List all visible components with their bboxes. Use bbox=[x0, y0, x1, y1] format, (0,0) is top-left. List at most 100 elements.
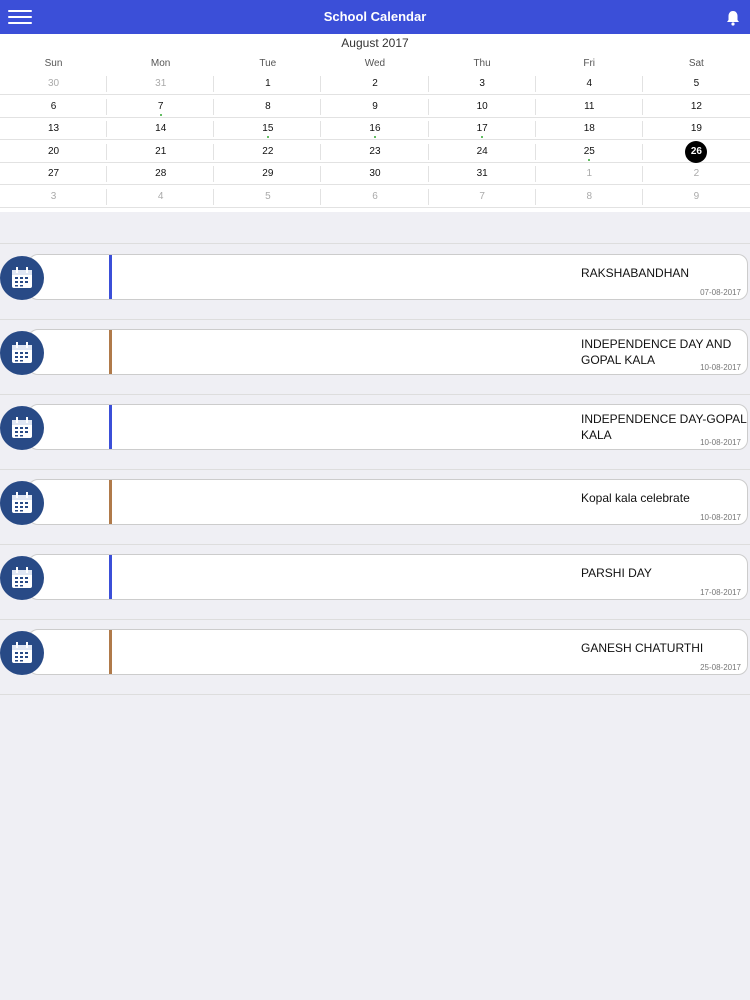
day-number: 3 bbox=[479, 78, 485, 89]
day-number: 4 bbox=[157, 190, 164, 202]
day-number: 10 bbox=[476, 100, 488, 112]
calendar-day-cell[interactable]: 21 bbox=[107, 142, 215, 163]
day-number: 7 bbox=[479, 190, 485, 202]
event-card[interactable]: Kopal kala celebrate 10-08-2017 bbox=[28, 479, 748, 525]
calendar-day-cell[interactable]: 20 bbox=[0, 142, 108, 163]
event-row: Kopal kala celebrate 10-08-2017 bbox=[0, 469, 750, 545]
weekday-mon: Mon bbox=[150, 58, 171, 69]
calendar-day-cell[interactable]: 23 bbox=[321, 142, 429, 163]
calendar-day-cell[interactable]: 9 bbox=[642, 187, 750, 208]
calendar-day-cell[interactable]: 18 bbox=[535, 119, 643, 140]
calendar-day-cell[interactable]: 16 bbox=[321, 119, 429, 140]
event-card[interactable]: GANESH CHATURTHI 25-08-2017 bbox=[28, 629, 748, 675]
event-color-bar bbox=[109, 255, 112, 299]
day-number: 31 bbox=[476, 168, 488, 179]
day-number: 6 bbox=[50, 100, 57, 112]
calendar-day-cell[interactable]: 4 bbox=[107, 187, 215, 208]
event-color-bar bbox=[109, 405, 112, 449]
calendar-day-cell[interactable]: 8 bbox=[214, 97, 322, 118]
calendar-day-cell[interactable]: 24 bbox=[428, 142, 536, 163]
calendar-day-cell[interactable]: 3 bbox=[0, 187, 108, 208]
calendar-icon bbox=[0, 481, 44, 525]
day-number: 3 bbox=[50, 190, 57, 202]
event-card[interactable]: INDEPENDENCE DAY AND GOPAL KALA 10-08-201… bbox=[28, 329, 748, 375]
day-number: 30 bbox=[48, 78, 60, 89]
event-title: RAKSHABANDHAN bbox=[581, 266, 690, 280]
event-row: INDEPENDENCE DAY-GOPAL KALA 10-08-2017 bbox=[0, 394, 750, 470]
event-card[interactable]: INDEPENDENCE DAY-GOPAL KALA 10-08-2017 bbox=[28, 404, 748, 450]
calendar-day-cell[interactable]: 12 bbox=[642, 97, 750, 118]
day-number: 11 bbox=[584, 100, 595, 112]
calendar-day-cell[interactable]: 5 bbox=[642, 74, 750, 95]
day-number: 1 bbox=[586, 168, 593, 179]
day-number: 30 bbox=[369, 168, 381, 179]
calendar-day-cell[interactable]: 29 bbox=[214, 164, 322, 185]
day-number: 9 bbox=[693, 190, 700, 202]
day-number: 27 bbox=[48, 168, 60, 179]
event-color-bar bbox=[109, 555, 112, 599]
day-number: 19 bbox=[690, 123, 702, 134]
calendar-day-cell[interactable]: 4 bbox=[535, 74, 643, 95]
calendar-day-cell[interactable]: 27 bbox=[0, 164, 108, 185]
calendar-day-cell[interactable]: 7 bbox=[428, 187, 536, 208]
day-number: 17 bbox=[476, 123, 488, 134]
calendar-day-cell[interactable]: 1 bbox=[214, 74, 322, 95]
calendar-icon bbox=[0, 406, 44, 450]
day-number: 13 bbox=[48, 123, 60, 134]
day-number: 2 bbox=[693, 168, 700, 179]
calendar-day-cell[interactable]: 1 bbox=[535, 164, 643, 185]
calendar-day-cell[interactable]: 28 bbox=[107, 164, 215, 185]
calendar-day-cell[interactable]: 2 bbox=[321, 74, 429, 95]
calendar-day-cell[interactable]: 26 bbox=[642, 140, 750, 163]
event-title: GANESH CHATURTHI bbox=[581, 641, 704, 655]
day-number: 1 bbox=[265, 78, 271, 89]
calendar-day-cell[interactable]: 14 bbox=[107, 119, 215, 140]
weekday-tue: Tue bbox=[259, 58, 277, 69]
event-dot bbox=[373, 136, 376, 138]
calendar-day-cell[interactable]: 25 bbox=[535, 142, 643, 163]
event-card[interactable]: RAKSHABANDHAN 07-08-2017 bbox=[28, 254, 748, 300]
calendar-day-cell[interactable]: 31 bbox=[428, 164, 536, 185]
calendar-icon bbox=[0, 631, 44, 675]
calendar-day-cell[interactable]: 31 bbox=[107, 74, 215, 95]
event-card[interactable]: PARSHI DAY 17-08-2017 bbox=[28, 554, 748, 600]
calendar-day-cell[interactable]: 2 bbox=[642, 164, 750, 185]
calendar-day-cell[interactable]: 22 bbox=[214, 142, 322, 163]
calendar-day-cell[interactable]: 19 bbox=[642, 119, 750, 140]
month-calendar: August 2017 Sun Mon Tue Wed Thu Fri Sat 30 31 1 2… bbox=[0, 34, 750, 212]
calendar-day-cell[interactable]: 5 bbox=[214, 187, 322, 208]
event-row: INDEPENDENCE DAY AND GOPAL KALA 10-08-201… bbox=[0, 319, 750, 395]
calendar-day-cell[interactable]: 6 bbox=[0, 97, 108, 118]
day-number: 21 bbox=[155, 145, 167, 157]
event-date: 10-08-2017 bbox=[700, 438, 741, 447]
day-number: 6 bbox=[372, 190, 378, 202]
day-number: 28 bbox=[155, 168, 167, 179]
calendar-day-cell[interactable]: 11 bbox=[535, 97, 643, 118]
calendar-day-cell[interactable]: 15 bbox=[214, 119, 322, 140]
day-number: 12 bbox=[690, 100, 702, 112]
calendar-day-cell[interactable]: 7 bbox=[107, 97, 215, 118]
bell-icon[interactable] bbox=[724, 9, 742, 27]
calendar-day-cell[interactable]: 8 bbox=[535, 187, 643, 208]
calendar-day-cell[interactable]: 6 bbox=[321, 187, 429, 208]
calendar-day-cell[interactable]: 9 bbox=[321, 97, 429, 118]
calendar-day-cell[interactable]: 10 bbox=[428, 97, 536, 118]
day-number: 20 bbox=[48, 145, 60, 157]
calendar-day-cell[interactable]: 30 bbox=[321, 164, 429, 185]
weekday-sat: Sat bbox=[688, 58, 704, 69]
calendar-day-cell[interactable]: 3 bbox=[428, 74, 536, 95]
calendar-day-cell[interactable]: 30 bbox=[0, 74, 108, 95]
calendar-icon bbox=[0, 556, 44, 600]
weekday-header: Sun Mon Tue Wed Thu Fri Sat bbox=[0, 58, 750, 72]
calendar-day-cell[interactable]: 13 bbox=[0, 119, 108, 140]
day-number: 16 bbox=[369, 123, 381, 134]
weekday-sun: Sun bbox=[44, 58, 63, 69]
day-number: 2 bbox=[372, 78, 378, 89]
event-title: PARSHI DAY bbox=[581, 566, 652, 580]
day-number: 22 bbox=[262, 145, 274, 157]
calendar-icon bbox=[0, 256, 44, 300]
day-number: 15 bbox=[262, 123, 274, 134]
day-number: 23 bbox=[369, 145, 381, 157]
event-dot bbox=[481, 136, 484, 138]
calendar-day-cell[interactable]: 17 bbox=[428, 119, 536, 140]
